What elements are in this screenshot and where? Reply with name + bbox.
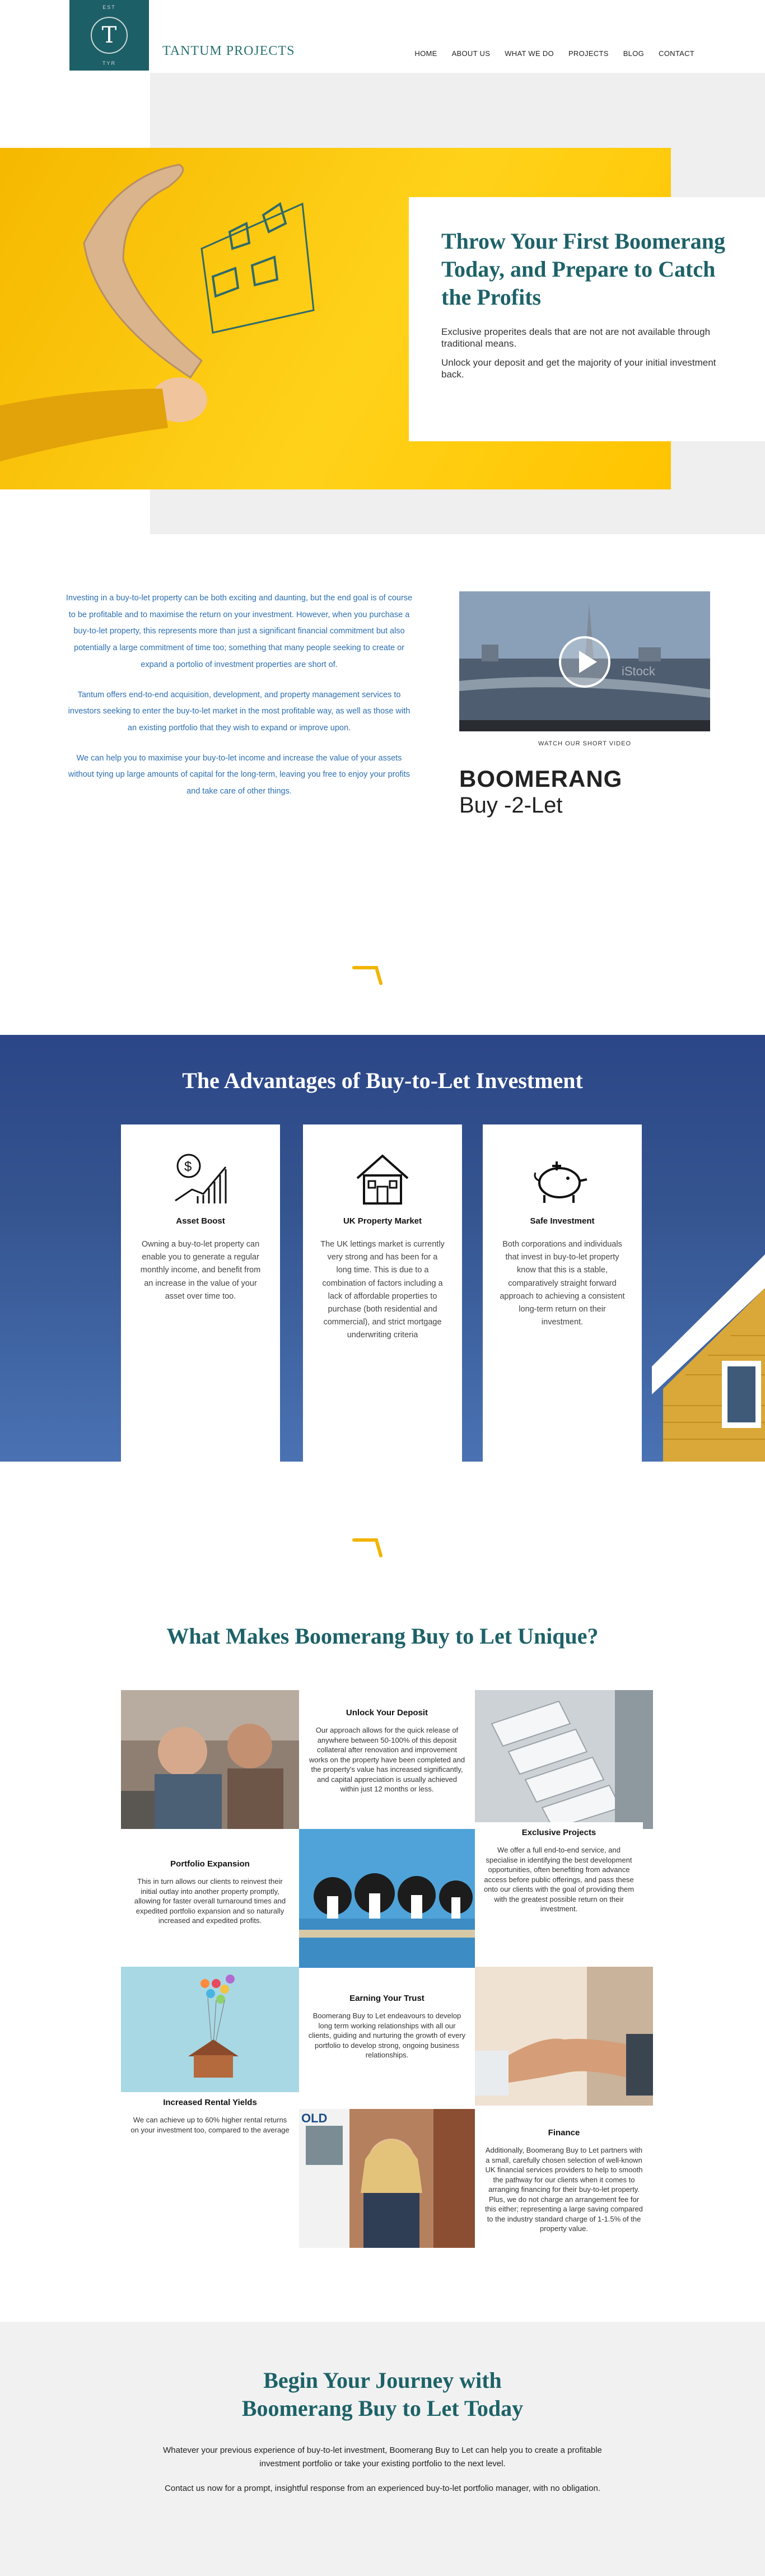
advantage-title: Safe Investment	[530, 1216, 595, 1226]
nav-contact[interactable]: CONTACT	[659, 49, 694, 58]
advantage-title: Asset Boost	[176, 1216, 225, 1226]
chevron-down-icon	[352, 1538, 382, 1557]
hero-paragraph-1: Exclusive properites deals that are not …	[441, 326, 711, 349]
hero-paragraph-2: Unlock your deposit and get the majority…	[441, 357, 716, 380]
tile-text: We offer a full end-to-end service, and …	[483, 1846, 635, 1914]
tile-text: Additionally, Boomerang Buy to Let partn…	[485, 2146, 643, 2233]
advantage-card-uk-property-market: UK Property Market The UK lettings marke…	[303, 1124, 462, 1462]
handshake-photo	[475, 1967, 653, 2106]
intro-paragraph-3: We can help you to maximise your buy-to-…	[68, 753, 411, 796]
journey-paragraph-2: Contact us now for a prompt, insightful …	[165, 2484, 600, 2493]
advantage-card-asset-boost: $ Asset Boost Owning a buy-to-let proper…	[121, 1124, 280, 1462]
sign-text: OLD	[301, 2111, 327, 2125]
journey-section: Begin Your Journey with Boomerang Buy to…	[0, 2322, 765, 2576]
advantage-title: UK Property Market	[343, 1216, 422, 1226]
puppies-photo	[299, 1829, 475, 1968]
brand-name[interactable]: TANTUM PROJECTS	[162, 44, 295, 59]
video-watermark: iStock	[622, 664, 656, 678]
unique-tile-earning-trust: Earning Your Trust Boomerang Buy to Let …	[299, 1988, 475, 2066]
tile-title: Portfolio Expansion	[170, 1859, 250, 1869]
boomerang-logo-line1: BOOMERANG	[459, 766, 623, 792]
unique-title: What Makes Boomerang Buy to Let Unique?	[166, 1623, 599, 1649]
site-logo[interactable]: EST T TYR	[69, 0, 149, 71]
agent-woman-photo: OLD	[299, 2109, 475, 2248]
unique-tile-rental-yields: Increased Rental Yields We can achieve u…	[121, 2092, 299, 2154]
logo-bottom-text: TYR	[102, 60, 116, 66]
nav-blog[interactable]: BLOG	[623, 49, 644, 58]
business-people-photo	[121, 1690, 299, 1829]
tile-title: Finance	[548, 2128, 580, 2138]
advantage-text: Both corporations and individuals that i…	[500, 1240, 625, 1327]
tile-text: We can achieve up to 60% higher rental r…	[130, 2116, 290, 2134]
journey-title: Begin Your Journey with Boomerang Buy to…	[0, 2367, 765, 2423]
journey-paragraph-1: Whatever your previous experience of buy…	[163, 2446, 602, 2468]
site-header: EST T TYR TANTUM PROJECTS HOME ABOUT US …	[0, 0, 765, 73]
tile-text: This in turn allows our clients to reinv…	[134, 1877, 286, 1925]
hero-card: Throw Your First Boomerang Today, and Pr…	[409, 197, 765, 441]
nav-projects[interactable]: PROJECTS	[568, 49, 609, 58]
unique-tile-unlock-deposit: Unlock Your Deposit Our approach allows …	[299, 1702, 475, 1829]
tile-title: Exclusive Projects	[521, 1828, 596, 1837]
play-icon[interactable]	[558, 635, 612, 689]
nav-about-us[interactable]: ABOUT US	[452, 49, 491, 58]
hero-boomerang-image	[0, 164, 315, 461]
intro-paragraph-1: Investing in a buy-to-let property can b…	[66, 594, 413, 669]
unique-tile-exclusive-projects: Exclusive Projects We offer a full end-t…	[475, 1822, 643, 1930]
main-nav: HOME ABOUT US WHAT WE DO PROJECTS BLOG C…	[414, 49, 694, 58]
chevron-down-icon	[352, 966, 382, 985]
journey-title-line2: Boomerang Buy to Let Today	[241, 2396, 524, 2421]
unique-tile-portfolio-expansion: Portfolio Expansion This in turn allows …	[121, 1854, 299, 1949]
video-caption: WATCH OUR SHORT VIDEO	[538, 740, 632, 747]
stairs-photo	[475, 1690, 653, 1829]
tile-title: Unlock Your Deposit	[346, 1708, 428, 1718]
advantage-text: Owning a buy-to-let property can enable …	[140, 1240, 261, 1301]
advantage-card-safe-investment: Safe Investment Both corporations and in…	[483, 1124, 642, 1462]
video-player[interactable]: iStock	[459, 591, 710, 731]
boomerang-logo: BOOMERANG Buy -2-Let	[459, 767, 627, 818]
nav-what-we-do[interactable]: WHAT WE DO	[505, 49, 554, 58]
tile-text: Our approach allows for the quick releas…	[309, 1726, 465, 1794]
intro-text: Investing in a buy-to-let property can b…	[63, 590, 416, 814]
hero-title: Throw Your First Boomerang Today, and Pr…	[441, 228, 726, 310]
house-icon	[320, 1150, 445, 1206]
journey-title-line1: Begin Your Journey with	[263, 2368, 502, 2393]
logo-monogram: T	[91, 17, 128, 54]
advantage-text: The UK lettings market is currently very…	[320, 1240, 445, 1340]
tile-text: Boomerang Buy to Let endeavours to devel…	[308, 2012, 466, 2060]
unique-tile-finance: Finance Additionally, Boomerang Buy to L…	[475, 2122, 653, 2251]
tile-title: Earning Your Trust	[349, 1994, 425, 2003]
piggy-bank-icon	[500, 1150, 625, 1206]
boomerang-logo-line2: Buy -2-Let	[459, 793, 563, 818]
intro-paragraph-2: Tantum offers end-to-end acquisition, de…	[68, 690, 411, 733]
advantages-title: The Advantages of Buy-to-Let Investment	[182, 1068, 583, 1093]
balloon-house-photo	[121, 1967, 299, 2098]
logo-top-text: EST	[102, 4, 116, 10]
nav-home[interactable]: HOME	[414, 49, 437, 58]
money-growth-icon: $	[138, 1150, 263, 1206]
svg-text:$: $	[184, 1159, 192, 1174]
video-controls[interactable]	[459, 720, 710, 731]
house-photo	[652, 1254, 765, 1462]
page: EST T TYR TANTUM PROJECTS HOME ABOUT US …	[0, 0, 765, 2576]
tile-title: Increased Rental Yields	[163, 2098, 257, 2107]
